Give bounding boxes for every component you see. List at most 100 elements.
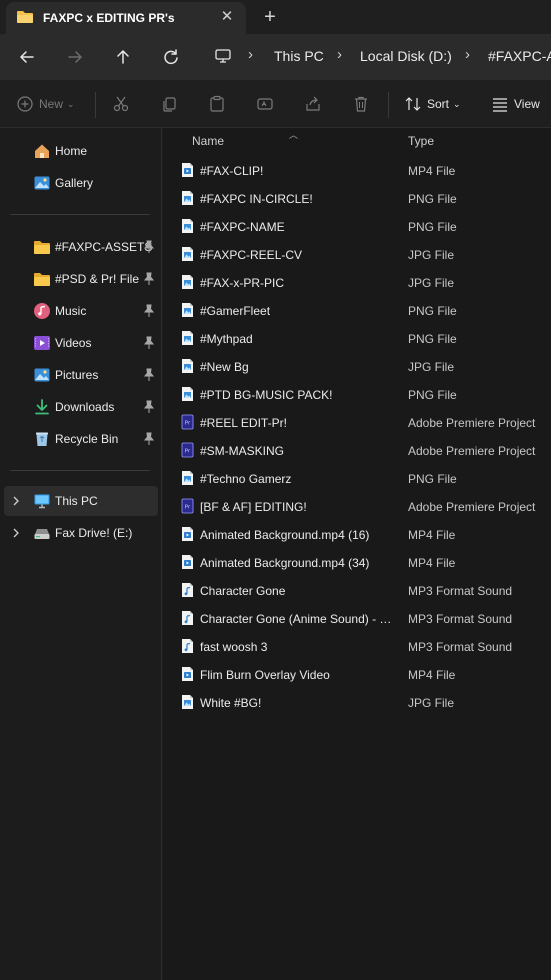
pin-icon[interactable]	[143, 368, 155, 382]
file-row[interactable]: #FAXPC-NAME PNG File	[177, 212, 551, 240]
pin-icon[interactable]	[143, 240, 155, 254]
breadcrumb-local-disk[interactable]: Local Disk (D:)	[360, 48, 452, 64]
file-row[interactable]: Flim Burn Overlay Video MP4 File	[177, 660, 551, 688]
up-button[interactable]	[110, 44, 136, 70]
sidebar-item-faxpc-assets[interactable]: #FAXPC-ASSETS	[4, 232, 158, 262]
file-type: MP3 Format Sound	[408, 584, 513, 598]
file-name[interactable]: #SM-MASKING	[200, 444, 396, 458]
file-name[interactable]: fast woosh 3	[200, 640, 396, 654]
sidebar-item-gallery[interactable]: Gallery	[4, 168, 158, 198]
file-name[interactable]: Animated Background.mp4 (16)	[200, 528, 396, 542]
chevron-right-icon[interactable]: ›	[337, 46, 342, 63]
file-row[interactable]: White #BG! JPG File	[177, 688, 551, 716]
pin-icon[interactable]	[143, 336, 155, 350]
pin-icon[interactable]	[143, 400, 155, 414]
sidebar-item-videos[interactable]: Videos	[4, 328, 158, 358]
file-name[interactable]: #FAXPC-NAME	[200, 220, 396, 234]
forward-button[interactable]	[62, 44, 88, 70]
sidebar-item-downloads[interactable]: Downloads	[4, 392, 158, 422]
file-row[interactable]: Pr [BF & AF] EDITING! Adobe Premiere Proje…	[177, 492, 551, 520]
chevron-right-icon[interactable]: ›	[248, 46, 253, 63]
chevron-down-icon: ⌄	[453, 98, 461, 109]
back-button[interactable]	[14, 44, 40, 70]
column-header-name[interactable]: Name	[192, 134, 224, 148]
file-row[interactable]: #Mythpad PNG File	[177, 324, 551, 352]
image-file-icon	[182, 387, 193, 401]
file-name[interactable]: #GamerFleet	[200, 304, 396, 318]
downloads-icon	[35, 399, 49, 415]
sidebar-item-label: Pictures	[55, 368, 99, 382]
column-header-type[interactable]: Type	[408, 134, 434, 148]
new-button[interactable]: New ⌄	[16, 92, 75, 116]
file-row[interactable]: #FAX-CLIP! MP4 File	[177, 156, 551, 184]
file-name[interactable]: Character Gone	[200, 584, 396, 598]
file-type: JPG File	[408, 696, 455, 710]
file-name[interactable]: #FAXPC-REEL-CV	[200, 248, 396, 262]
sidebar-item-this-pc[interactable]: This PC	[4, 486, 158, 516]
copy-button[interactable]	[160, 92, 178, 116]
file-row[interactable]: Pr #REEL EDIT-Pr! Adobe Premiere Project	[177, 408, 551, 436]
file-row[interactable]: Character Gone MP3 Format Sound	[177, 576, 551, 604]
sidebar-item-fax-drive[interactable]: Fax Drive! (E:)	[4, 518, 158, 548]
file-row[interactable]: #PTD BG-MUSIC PACK! PNG File	[177, 380, 551, 408]
sidebar-item-home[interactable]: Home	[4, 136, 158, 166]
folder-icon	[34, 241, 50, 254]
rename-button[interactable]	[256, 92, 274, 116]
file-name[interactable]: Animated Background.mp4 (34)	[200, 556, 396, 570]
file-name[interactable]: Flim Burn Overlay Video	[200, 668, 396, 682]
sidebar-item-psd-pr-file[interactable]: #PSD & Pr! File	[4, 264, 158, 294]
breadcrumb[interactable]: › This PC › Local Disk (D:) › #FAXPC-A	[204, 41, 551, 73]
file-type: JPG File	[408, 248, 455, 262]
file-name[interactable]: #FAXPC IN-CIRCLE!	[200, 192, 396, 206]
file-name[interactable]: Character Gone (Anime Sound) - S...	[200, 612, 396, 626]
chevron-right-icon[interactable]: ›	[465, 46, 470, 63]
view-button[interactable]: View	[491, 92, 540, 116]
file-name[interactable]: White #BG!	[200, 696, 396, 710]
share-button[interactable]	[304, 92, 322, 116]
file-row[interactable]: #FAXPC IN-CIRCLE! PNG File	[177, 184, 551, 212]
file-name[interactable]: #Mythpad	[200, 332, 396, 346]
sort-button[interactable]: Sort ⌄	[404, 92, 461, 116]
paste-button[interactable]	[208, 92, 226, 116]
file-name[interactable]: #PTD BG-MUSIC PACK!	[200, 388, 396, 402]
title-bar: FAXPC x EDITING PR's ✕ +	[0, 0, 551, 34]
file-row[interactable]: #FAXPC-REEL-CV JPG File	[177, 240, 551, 268]
file-row[interactable]: #GamerFleet PNG File	[177, 296, 551, 324]
file-name[interactable]: #REEL EDIT-Pr!	[200, 416, 396, 430]
file-row[interactable]: Character Gone (Anime Sound) - S... MP3 F…	[177, 604, 551, 632]
refresh-button[interactable]	[158, 44, 184, 70]
file-row[interactable]: Pr #SM-MASKING Adobe Premiere Project	[177, 436, 551, 464]
file-type: PNG File	[408, 472, 457, 486]
svg-text:Pr: Pr	[185, 449, 191, 455]
file-row[interactable]: #Techno Gamerz PNG File	[177, 464, 551, 492]
close-tab-icon[interactable]: ✕	[218, 8, 236, 26]
pin-icon[interactable]	[143, 304, 155, 318]
chevron-right-icon[interactable]	[10, 526, 22, 540]
new-tab-button[interactable]: +	[260, 7, 280, 27]
clipboard-icon	[210, 95, 224, 112]
file-row[interactable]: #FAX-x-PR-PIC JPG File	[177, 268, 551, 296]
breadcrumb-current-folder[interactable]: #FAXPC-A	[488, 48, 551, 64]
file-name[interactable]: #FAX-x-PR-PIC	[200, 276, 396, 290]
file-name[interactable]: #New Bg	[200, 360, 396, 374]
file-row[interactable]: #New Bg JPG File	[177, 352, 551, 380]
cut-button[interactable]	[112, 92, 130, 116]
sidebar-item-music[interactable]: Music	[4, 296, 158, 326]
sort-ascending-icon: ︿	[289, 130, 299, 140]
sidebar-item-pictures[interactable]: Pictures	[4, 360, 158, 390]
file-type: PNG File	[408, 388, 457, 402]
file-name[interactable]: #Techno Gamerz	[200, 472, 396, 486]
file-name[interactable]: #FAX-CLIP!	[200, 164, 396, 178]
sidebar-item-recycle-bin[interactable]: Recycle Bin	[4, 424, 158, 454]
file-name[interactable]: [BF & AF] EDITING!	[200, 500, 396, 514]
drive-icon	[34, 529, 50, 539]
delete-button[interactable]	[352, 92, 370, 116]
file-row[interactable]: Animated Background.mp4 (34) MP4 File	[177, 548, 551, 576]
pin-icon[interactable]	[143, 432, 155, 446]
pin-icon[interactable]	[143, 272, 155, 286]
file-row[interactable]: Animated Background.mp4 (16) MP4 File	[177, 520, 551, 548]
tab-current[interactable]: FAXPC x EDITING PR's ✕	[6, 2, 246, 34]
file-row[interactable]: fast woosh 3 MP3 Format Sound	[177, 632, 551, 660]
chevron-right-icon[interactable]	[10, 494, 22, 508]
breadcrumb-this-pc[interactable]: This PC	[274, 48, 324, 64]
